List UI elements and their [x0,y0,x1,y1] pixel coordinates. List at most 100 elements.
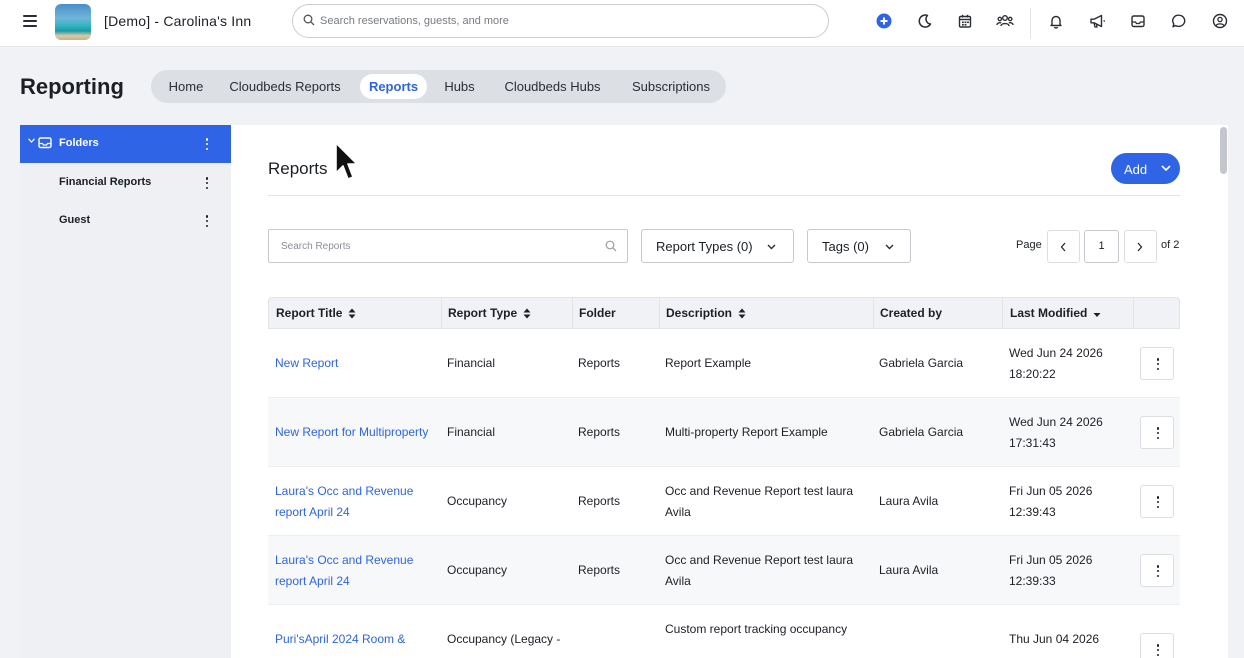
column-label: Description [666,306,733,320]
report-title-link-line2[interactable]: report April 24 [275,571,350,592]
add-circle-icon[interactable] [875,12,893,30]
report-types-filter[interactable]: Report Types (0) [641,229,794,263]
sort-icon[interactable] [523,308,531,319]
col-report-title[interactable]: Report Title [276,298,356,328]
users-icon[interactable] [996,12,1014,30]
top-navigation-bar: [Demo] - Carolina's Inn [0,0,1244,47]
more-vertical-icon [1156,565,1160,577]
created-by-cell: Laura Avila [879,494,939,508]
modified-date-cell: Thu Jun 04 2026 [1009,632,1100,646]
table-row: New Report Financial Reports Report Exam… [268,329,1180,398]
page-title: Reporting [20,74,124,99]
table-row: Puri'sApril 2024 Room & Occupancy (Legac… [268,605,1180,658]
reporting-tabs: Home Cloudbeds Reports Reports Hubs Clou… [151,70,726,103]
description-cell: Custom report tracking occupancy [665,622,848,636]
row-actions-button[interactable] [1140,416,1174,449]
modified-time-cell: 18:20:22 [1009,367,1056,381]
column-divider [441,298,442,328]
reports-heading: Reports [268,159,328,178]
sidebar-item-label: Guest [59,214,91,226]
sidebar-item-financial-reports[interactable]: Financial Reports [20,167,231,197]
modified-date-cell: Wed Jun 24 2026 [1009,415,1103,429]
chevron-down-icon [1161,165,1171,172]
description-cell: Multi-property Report Example [665,425,828,439]
report-title-link[interactable]: New Report for Multiproperty [275,422,428,443]
column-divider [572,298,573,328]
scrollbar[interactable] [1216,125,1228,658]
table-row: Laura's Occ and Revenue report April 24 … [268,467,1180,536]
inbox-icon[interactable] [1129,12,1147,30]
reports-table: Report Title Report Type Folder Descript… [268,297,1180,658]
table-row: Laura's Occ and Revenue report April 24 … [268,536,1180,605]
property-name[interactable]: [Demo] - Carolina's Inn [104,13,251,29]
column-divider [1133,298,1134,328]
modified-time-cell: 12:39:43 [1009,505,1056,519]
next-page-button[interactable] [1124,230,1157,263]
reports-panel: Reports Add Report Types (0) Tags (0) Pa… [231,125,1216,658]
chevron-down-icon[interactable] [28,138,35,143]
search-icon [605,240,617,252]
col-folder: Folder [579,298,616,328]
more-vertical-icon [1156,496,1160,508]
tab-home[interactable]: Home [155,74,217,99]
tab-cloudbeds-hubs[interactable]: Cloudbeds Hubs [494,74,611,99]
column-label: Folder [579,306,616,320]
description-cell: Report Example [665,356,752,370]
column-label: Report Title [276,306,343,320]
add-button[interactable]: Add [1111,153,1180,184]
global-search[interactable] [292,4,829,38]
chevron-right-icon [1137,242,1143,252]
row-actions-button[interactable] [1140,554,1174,587]
report-search[interactable] [268,229,628,263]
folder-more-icon[interactable] [205,177,209,189]
tab-cloudbeds-reports[interactable]: Cloudbeds Reports [221,74,349,99]
scrollbar-thumb[interactable] [1220,127,1227,174]
folder-root-label: Folders [59,137,99,149]
folder-root-more-icon[interactable] [205,138,209,150]
description-cell: Occ and Revenue Report test laura [665,553,854,567]
mouse-cursor-icon [335,142,358,180]
folder-cell: Reports [578,494,621,508]
tab-subscriptions[interactable]: Subscriptions [621,74,721,99]
chat-icon[interactable] [1170,12,1188,30]
report-title-link[interactable]: Laura's Occ and Revenue [275,550,413,571]
row-actions-button[interactable] [1140,633,1174,658]
moon-icon[interactable] [916,12,934,30]
menu-icon[interactable] [23,15,37,27]
sort-icon[interactable] [348,308,356,319]
tab-hubs[interactable]: Hubs [435,74,484,99]
folder-more-icon[interactable] [205,215,209,227]
sort-desc-icon[interactable] [1093,312,1101,318]
row-actions-button[interactable] [1140,347,1174,380]
folder-root-item[interactable]: Folders [20,125,231,163]
report-title-link[interactable]: Laura's Occ and Revenue [275,481,413,502]
modified-date-cell: Fri Jun 05 2026 [1009,484,1093,498]
tags-filter[interactable]: Tags (0) [807,229,911,263]
sort-icon[interactable] [738,308,746,319]
search-icon [303,14,315,26]
created-by-cell: Laura Avila [879,563,939,577]
col-last-modified[interactable]: Last Modified [1010,298,1101,328]
row-actions-button[interactable] [1140,485,1174,518]
toolbar-divider [1030,8,1031,38]
calendar-icon[interactable] [956,12,974,30]
report-title-link-line2[interactable]: report April 24 [275,502,350,523]
property-logo[interactable] [55,4,91,40]
report-title-link[interactable]: Puri'sApril 2024 Room & [275,629,405,650]
report-type-cell: Occupancy [447,563,508,577]
report-search-input[interactable] [281,238,591,254]
page-number-input[interactable]: 1 [1084,230,1119,263]
created-by-cell: Gabriela Garcia [879,425,964,439]
user-account-icon[interactable] [1211,12,1229,30]
global-search-input[interactable] [320,11,800,31]
prev-page-button[interactable] [1047,230,1080,263]
megaphone-icon[interactable] [1088,12,1106,30]
report-title-link[interactable]: New Report [275,353,338,374]
report-type-cell: Financial [447,356,496,370]
col-description[interactable]: Description [666,298,746,328]
sidebar-item-guest[interactable]: Guest [20,205,231,235]
bell-icon[interactable] [1047,12,1065,30]
tab-reports[interactable]: Reports [360,74,427,99]
col-report-type[interactable]: Report Type [448,298,531,328]
table-header: Report Title Report Type Folder Descript… [268,297,1180,329]
